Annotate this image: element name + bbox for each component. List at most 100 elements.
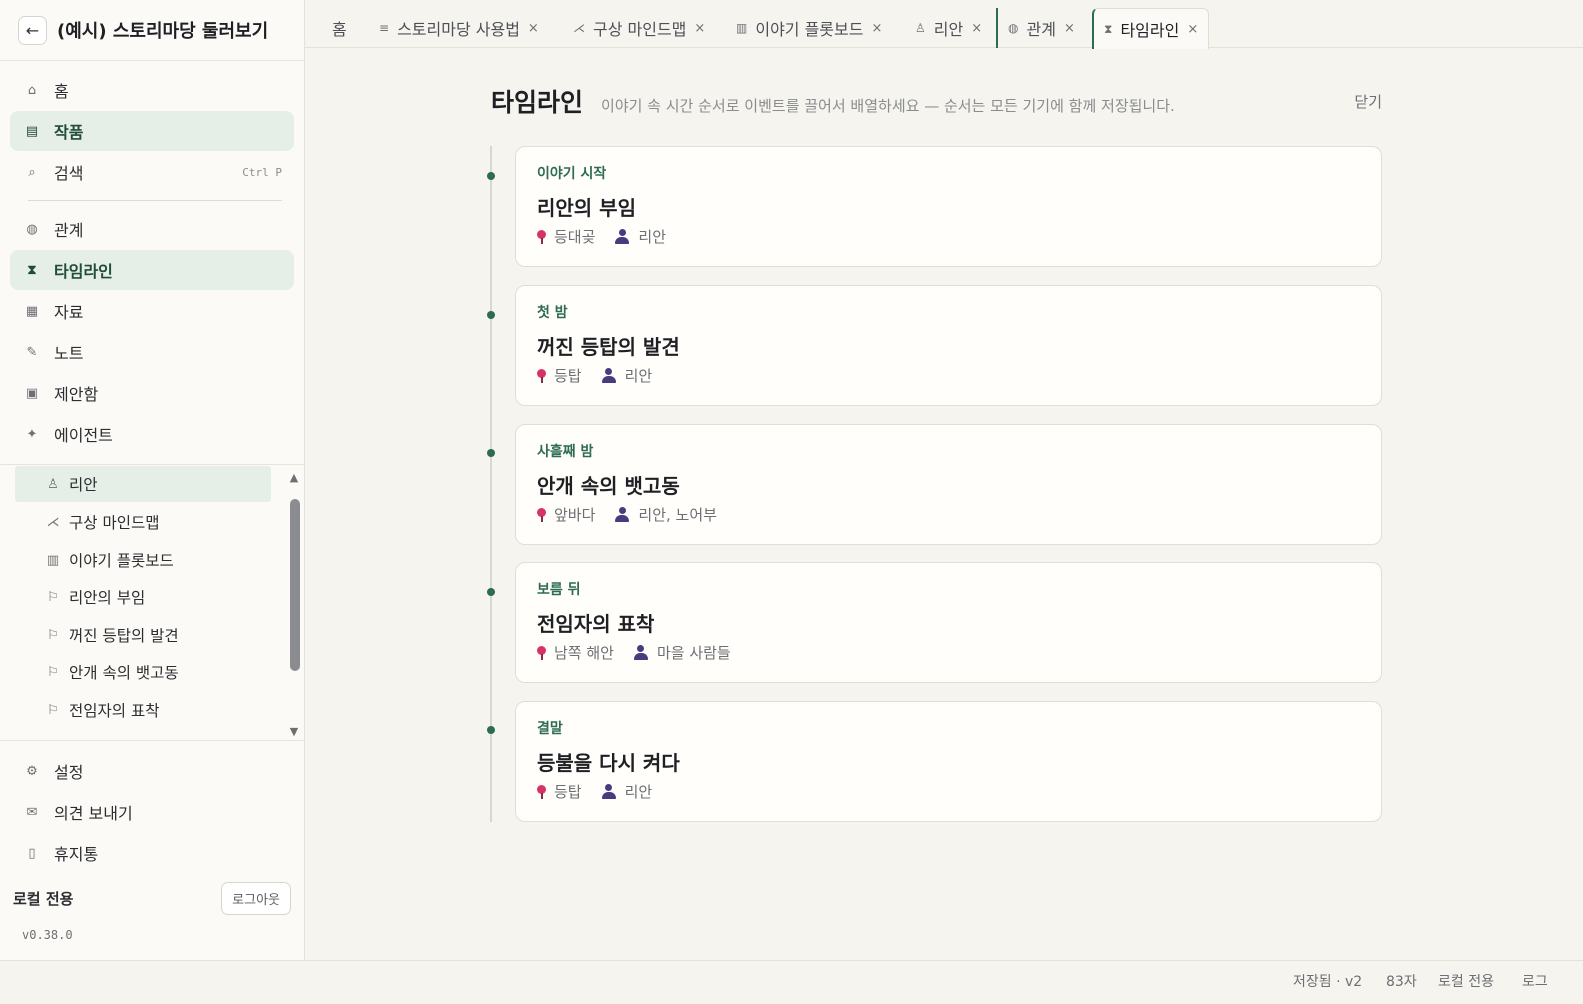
- tree-item-event-3[interactable]: ⚐ 안개 속의 뱃고동: [15, 654, 271, 690]
- close-icon[interactable]: ×: [871, 21, 882, 36]
- project-title: (예시) 스토리마당 둘러보기: [57, 21, 269, 42]
- account-label: 로컬 전용: [13, 890, 74, 908]
- close-icon[interactable]: ×: [1187, 22, 1198, 37]
- flag-icon: ⚐: [47, 702, 59, 718]
- tab-guide[interactable]: ≡ 스토리마당 사용법 ×: [369, 8, 549, 48]
- tab-mindmap[interactable]: ⋌ 구상 마인드맵 ×: [563, 8, 715, 48]
- list-icon: ▤: [25, 123, 39, 139]
- nav-label: 의견 보내기: [54, 804, 133, 823]
- tab-lian[interactable]: ♙ 리안 ×: [905, 8, 992, 48]
- event-place: 등탑: [554, 367, 582, 385]
- tab-timeline[interactable]: ⧗ 타임라인 ×: [1092, 8, 1210, 49]
- event-card[interactable]: 사흘째 밤 안개 속의 뱃고동 앞바다 리안, 노어부: [515, 424, 1382, 545]
- tree-label: 꺼진 등탑의 발견: [69, 627, 179, 645]
- tab-label: 구상 마인드맵: [593, 20, 687, 39]
- close-button[interactable]: 닫기: [1354, 91, 1382, 112]
- nav-item-trash[interactable]: ▯ 휴지통: [10, 833, 294, 873]
- close-icon[interactable]: ×: [971, 21, 982, 36]
- event-card[interactable]: 결말 등불을 다시 켜다 등탑 리안: [515, 701, 1382, 822]
- home-icon: ⌂: [27, 82, 37, 98]
- tree-item-lian[interactable]: ♙ 리안: [15, 466, 271, 502]
- tree-item-event-2[interactable]: ⚐ 꺼진 등탑의 발견: [15, 617, 271, 653]
- nav-item-feedback[interactable]: ✉ 의견 보내기: [10, 792, 294, 832]
- tree-label: 전임자의 표착: [69, 702, 160, 720]
- tab-label: 타임라인: [1120, 21, 1180, 40]
- person-icon: [615, 507, 630, 522]
- back-button[interactable]: ←: [18, 15, 47, 45]
- sidebar: ← (예시) 스토리마당 둘러보기 ⌂ 홈 ▤ 작품 ⌕ 검색 Ctrl P ◍ 관계 ⧗…: [0, 0, 305, 970]
- nav-item-relations[interactable]: ◍ 관계: [10, 209, 294, 249]
- close-icon[interactable]: ×: [694, 21, 705, 36]
- nav-item-home[interactable]: ⌂ 홈: [10, 70, 294, 110]
- person-icon: ♙: [915, 21, 926, 35]
- timeline-dot: [487, 588, 495, 596]
- nav-item-search[interactable]: ⌕ 검색 Ctrl P: [10, 152, 294, 192]
- event-place: 남쪽 해안: [554, 644, 614, 662]
- tree-item-event-4[interactable]: ⚐ 전임자의 표착: [15, 692, 271, 728]
- char-count: 83자: [1386, 974, 1417, 990]
- event-people: 리안, 노어부: [638, 506, 717, 524]
- tab-bar: 홈 ≡ 스토리마당 사용법 × ⋌ 구상 마인드맵 × ▥ 이야기 플롯보드 × ♙ 리안 × …: [305, 0, 1583, 49]
- page-title: 타임라인: [491, 88, 584, 117]
- nav-label: 휴지통: [54, 845, 99, 864]
- event-card[interactable]: 첫 밤 꺼진 등탑의 발견 등탑 리안: [515, 285, 1382, 406]
- flag-icon: ⚐: [47, 589, 59, 605]
- logout-button[interactable]: 로그아웃: [221, 882, 291, 915]
- event-place: 앞바다: [554, 506, 596, 524]
- nav-label: 자료: [54, 303, 84, 322]
- nav-item-materials[interactable]: ▦ 자료: [10, 291, 294, 331]
- close-icon[interactable]: ×: [528, 21, 539, 36]
- nav-item-timeline[interactable]: ⧗ 타임라인: [10, 250, 294, 290]
- board-icon: ▥: [46, 552, 60, 568]
- storage-mode: 로컬 전용: [1438, 974, 1494, 990]
- pin-icon: [537, 507, 546, 522]
- board-icon: ▥: [736, 21, 748, 35]
- flag-icon: ⚐: [47, 664, 59, 680]
- nav-label: 관계: [54, 221, 84, 240]
- mindmap-icon: ⋌: [46, 514, 60, 530]
- flag-icon: ⚐: [47, 627, 59, 643]
- tab-relations[interactable]: ◍ 관계 ×: [996, 8, 1085, 48]
- tree-label: 리안: [69, 476, 98, 494]
- log-button[interactable]: 로그: [1522, 971, 1548, 991]
- event-card[interactable]: 보름 뒤 전임자의 표착 남쪽 해안 마을 사람들: [515, 562, 1382, 683]
- person-icon: ♙: [47, 476, 59, 492]
- nav-item-works[interactable]: ▤ 작품: [10, 111, 294, 151]
- nav-item-agent[interactable]: ✦ 에이전트: [10, 414, 294, 454]
- nav-item-notes[interactable]: ✎ 노트: [10, 332, 294, 372]
- tree-label: 구상 마인드맵: [69, 514, 160, 532]
- primary-nav: ⌂ 홈 ▤ 작품 ⌕ 검색 Ctrl P ◍ 관계 ⧗ 타임라인 ▦ 자료 ✎ 노트 ▣ 제안함 …: [10, 70, 294, 455]
- tab-home[interactable]: 홈: [322, 8, 357, 48]
- event-title: 리안의 부임: [537, 196, 636, 220]
- account-row: 로컬 전용 로그아웃: [13, 882, 291, 915]
- tree-item-plotboard[interactable]: ▥ 이야기 플롯보드: [15, 542, 271, 578]
- tab-plotboard[interactable]: ▥ 이야기 플롯보드 ×: [726, 8, 892, 48]
- event-time: 결말: [537, 721, 563, 737]
- scrollbar-thumb[interactable]: [290, 499, 300, 671]
- document-icon: ≡: [379, 21, 390, 35]
- person-icon: [615, 229, 630, 244]
- scroll-down-arrow[interactable]: ▼: [287, 726, 301, 737]
- timeline-dot: [487, 449, 495, 457]
- event-card[interactable]: 이야기 시작 리안의 부임 등대곶 리안: [515, 146, 1382, 267]
- page-header: 타임라인 이야기 속 시간 순서로 이벤트를 끌어서 배열하세요 — 순서는 모…: [491, 83, 1382, 119]
- timeline-dot: [487, 172, 495, 180]
- scroll-up-arrow[interactable]: ▲: [287, 472, 301, 483]
- timeline-axis: [490, 146, 492, 822]
- sparkle-icon: ✦: [26, 426, 38, 442]
- nav-item-settings[interactable]: ⚙ 설정: [10, 751, 294, 791]
- tab-label: 스토리마당 사용법: [397, 20, 520, 39]
- event-meta: 앞바다 리안, 노어부: [537, 504, 1360, 525]
- nav-item-inbox[interactable]: ▣ 제안함: [10, 373, 294, 413]
- tree-item-event-1[interactable]: ⚐ 리안의 부임: [15, 579, 271, 615]
- pencil-icon: ✎: [26, 344, 38, 360]
- event-title: 전임자의 표착: [537, 612, 655, 636]
- person-icon: [633, 645, 648, 660]
- pin-icon: [537, 229, 546, 244]
- tree-item-mindmap[interactable]: ⋌ 구상 마인드맵: [15, 504, 271, 540]
- trash-icon: ▯: [28, 845, 36, 861]
- tab-label: 관계: [1026, 20, 1056, 39]
- close-icon[interactable]: ×: [1064, 21, 1075, 36]
- event-meta: 등탑 리안: [537, 781, 1360, 802]
- save-status: 저장됨 · v2: [1293, 974, 1363, 990]
